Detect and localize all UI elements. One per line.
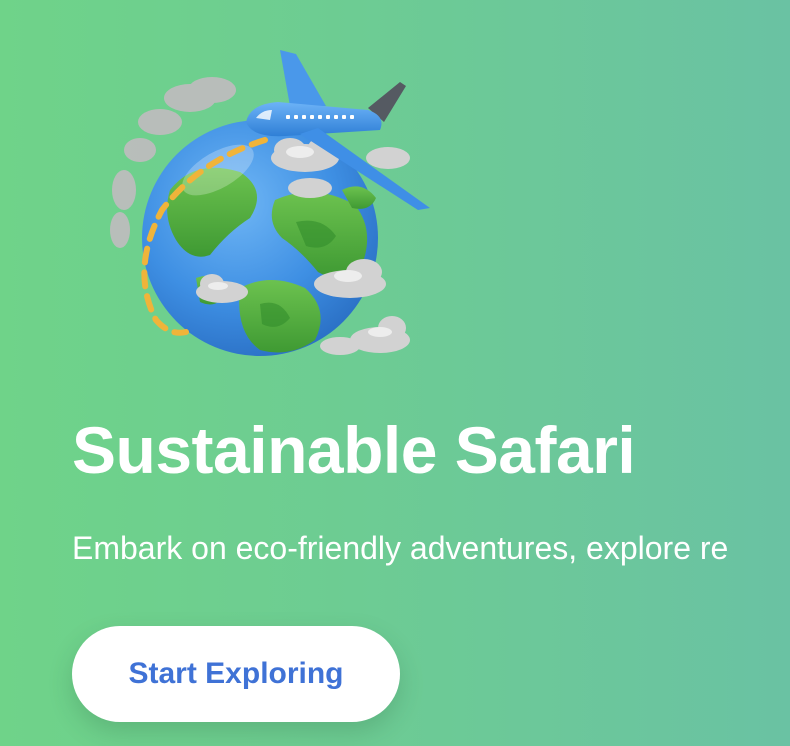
hero-subtitle: Embark on eco-friendly adventures, explo…: [72, 530, 729, 566]
hero-section: Sustainable Safari Embark on eco-friendl…: [0, 0, 790, 746]
page-title: Sustainable Safari: [72, 413, 636, 487]
globe-airplane-icon: [100, 40, 440, 380]
start-exploring-button[interactable]: Start Exploring: [72, 626, 400, 722]
